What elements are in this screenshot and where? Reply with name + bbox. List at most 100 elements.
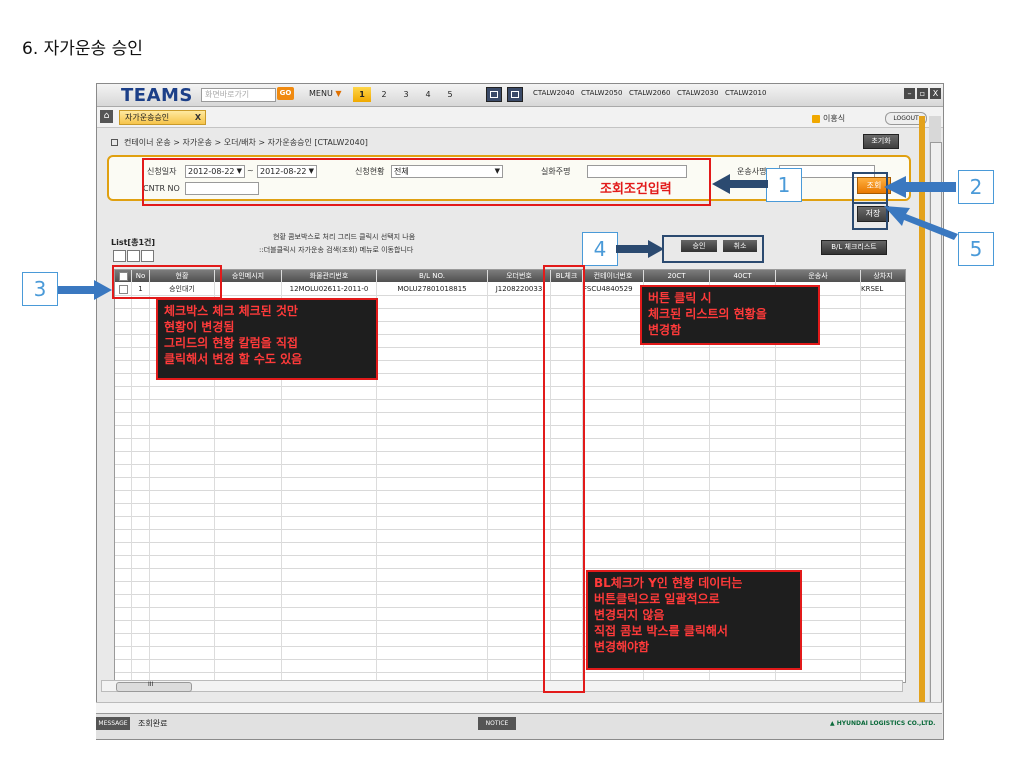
grid-column-line [860,270,861,682]
status-bar [96,713,942,739]
marker-3: 3 [22,272,58,306]
grid-row-line [115,529,905,530]
note-bl-check-line-5: 변경해야함 [594,640,650,654]
minimize-icon[interactable]: – [904,88,915,99]
window-horizontal-scrollbar[interactable] [96,702,942,713]
menu-button[interactable]: MENU ▼ [309,89,342,98]
grid-horizontal-scrollbar[interactable]: III [101,680,903,692]
row-1-order-no: J1208220033 [495,285,543,293]
row-1-container-no: FSCU4840529 [583,285,633,293]
breadcrumb: 컨테이너 운송 > 자가운송 > 오더/배차 > 자가운송승인 [CTALW20… [111,137,368,148]
arrow-to-buttons-icon [616,240,664,258]
list-title: List[총1건] [111,238,156,247]
print-icon[interactable] [486,87,502,102]
workspace-tab-5[interactable]: 5 [441,87,459,102]
scroll-grip-icon: III [148,681,154,688]
close-window-icon[interactable]: X [930,88,941,99]
grid-row-line [115,477,905,478]
grid-header-40ct: 40CT [710,270,776,282]
breadcrumb-text: 컨테이너 운송 > 자가운송 > 오더/배차 > 자가운송승인 [CTALW20… [124,138,368,147]
note-bl-check-line-2: 버튼클릭으로 일괄적으로 [594,592,720,606]
print-grid-icon[interactable] [127,250,140,262]
go-button[interactable]: GO [277,87,294,100]
grid-row-line [115,438,905,439]
workspace-tab-1[interactable]: 1 [353,87,371,102]
workspace-tab-4[interactable]: 4 [419,87,437,102]
company-logo: ▲ HYUNDAI LOGISTICS CO.,LTD. [830,720,936,727]
message-tag: MESSAGE [96,717,130,730]
menu-label: MENU [309,89,333,98]
note-bl-check: BL체크가 Y인 현황 데이터는 버튼클릭으로 일괄적으로 변경되지 않음 직접… [586,570,802,670]
note-checkbox-line-4: 클릭해서 변경 할 수도 있음 [164,352,303,366]
workspace-tab-3[interactable]: 3 [397,87,415,102]
tab-label: 자가운송승인 [125,113,170,122]
tab-self-transport-approval[interactable]: 자가운송승인 X [119,110,206,125]
note-button: 버튼 클릭 시 체크된 리스트의 현황을 변경함 [640,285,820,345]
grid-row-line [115,451,905,452]
note-checkbox-line-1: 체크박스 체크 체크된 것만 [164,304,298,318]
note-button-line-2: 체크된 리스트의 현황을 [648,307,767,321]
approve-cancel-highlight [662,235,764,263]
marker-1: 1 [766,168,802,202]
note-bl-check-line-4: 직접 콤보 박스를 클릭해서 [594,624,728,638]
tab-bar: ⌂ 자가운송승인 X 이홍식 LOGOUT [97,107,943,128]
restore-icon[interactable]: ▫ [917,88,928,99]
row-1-approval-message [215,283,281,295]
quick-screen-input[interactable]: 화면바로가기 [201,88,276,102]
home-icon[interactable]: ⌂ [100,110,113,123]
note-button-line-1: 버튼 클릭 시 [648,291,712,305]
note-button-line-3: 변경함 [648,323,682,337]
grid-header-order-no: 오더번호 [488,270,551,282]
grid-column-line [131,270,132,682]
breadcrumb-bullet-icon [111,139,118,146]
save-highlight [852,202,888,230]
notice-tag[interactable]: NOTICE [478,717,516,730]
shortcut-ctalw2030[interactable]: CTALW2030 [677,89,718,97]
grid-row-line [115,464,905,465]
grid-row-line [115,568,905,569]
window-icon[interactable] [507,87,523,102]
grid-header-loading-place: 상차지 [861,270,905,282]
grid-header-carrier: 운송사 [776,270,861,282]
bl-check-column-highlight [543,265,585,693]
grid-header-approval-message: 승인메시지 [215,270,282,282]
arrow-to-save-icon [884,206,958,240]
marker-5: 5 [958,232,994,266]
tab-close-icon[interactable]: X [195,111,201,124]
marker-2: 2 [958,170,994,204]
grid-row-line [115,399,905,400]
grid-header-bl-no: B/L NO. [377,270,488,282]
top-toolbar: TEAMS 화면바로가기 GO MENU ▼ 1 2 3 4 5 CTALW20… [97,84,943,107]
reset-button[interactable]: 초기화 [863,134,899,149]
grid-row-line [115,542,905,543]
arrow-to-grid-icon [58,280,112,300]
user-info: 이홍식 [812,113,845,124]
note-checkbox-line-3: 그리드의 현황 칼럼을 직접 [164,336,298,350]
settings-grid-icon[interactable] [141,250,154,262]
note-checkbox-line-2: 현황이 변경됨 [164,320,235,334]
status-column-highlight [112,265,222,299]
note-bl-check-line-1: BL체크가 Y인 현황 데이터는 [594,576,743,590]
grid-row-line [115,555,905,556]
excel-export-icon[interactable] [113,250,126,262]
document-heading: 6. 자가운송 승인 [22,39,143,59]
user-name: 이홍식 [823,114,846,123]
grid-row-line [115,503,905,504]
user-icon [812,114,820,123]
workspace-tab-2[interactable]: 2 [375,87,393,102]
shortcut-ctalw2050[interactable]: CTALW2050 [581,89,622,97]
grid-row-line [115,490,905,491]
grid-row-line [115,386,905,387]
teams-logo: TEAMS [121,85,193,106]
grid-row-line [115,425,905,426]
bl-checklist-button[interactable]: B/L 체크리스트 [821,240,887,255]
shortcut-ctalw2040[interactable]: CTALW2040 [533,89,574,97]
shortcut-ctalw2060[interactable]: CTALW2060 [629,89,670,97]
shortcut-ctalw2010[interactable]: CTALW2010 [725,89,766,97]
search-conditions-caption: 조회조건입력 [600,182,672,197]
grid-column-line [149,270,150,682]
grid-scroll-thumb[interactable] [116,682,192,692]
arrow-to-inquire-icon [884,176,956,198]
row-1-bl-no: MOLU27801018815 [397,285,467,293]
grid-header-container-no: 컨테이너번호 [583,270,644,282]
